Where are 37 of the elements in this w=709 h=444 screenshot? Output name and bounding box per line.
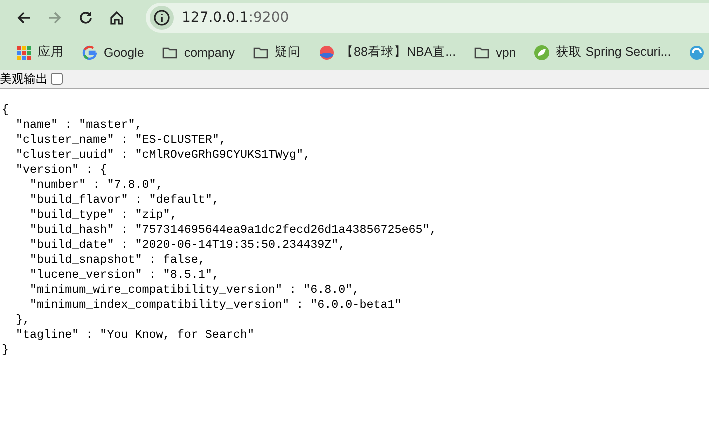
json-line: "cluster_uuid" : "cMlROveGRhG9CYUKS1TWyg",: [16, 148, 311, 162]
pretty-print-label: 美观输出: [0, 70, 48, 88]
json-line: "build_flavor" : "default",: [30, 193, 220, 207]
bookmark[interactable]: 获取 Spring Securi...: [530, 42, 676, 63]
json-line: "build_snapshot" : false,: [30, 253, 206, 267]
reload-icon[interactable]: [78, 10, 94, 26]
bookmark[interactable]: 【88看球】NBA直...: [315, 42, 460, 63]
bookmark[interactable]: company: [158, 42, 240, 62]
json-line: }: [2, 343, 10, 357]
json-line: "number" : "7.8.0",: [30, 178, 164, 192]
json-line: "minimum_wire_compatibility_version" : "6.8.0",: [30, 283, 360, 297]
json-line: },: [16, 313, 30, 327]
info-icon[interactable]: [150, 6, 174, 30]
json-line: "name" : "master",: [16, 118, 142, 132]
json-line: "build_hash" : "757314695644ea9a1dc2fecd26d1a43856725e65",: [30, 223, 437, 237]
home-icon[interactable]: [109, 10, 125, 26]
json-line: "build_date" : "2020-06-14T19:35:50.234439Z",: [30, 238, 346, 252]
bookmark[interactable]: 疑问: [249, 42, 306, 63]
json-line: "cluster_name" : "ES-CLUSTER",: [16, 133, 226, 147]
json-line: "lucene_version" : "8.5.1",: [30, 268, 220, 282]
json-line: "version" : {: [16, 163, 108, 177]
address-bar[interactable]: 127.0.0.1:9200: [146, 2, 709, 32]
pretty-print-checkbox[interactable]: [51, 73, 63, 85]
bookmark[interactable]: 应用: [12, 42, 68, 63]
google-g-icon: [82, 44, 98, 60]
back-icon[interactable]: [16, 10, 32, 26]
json-line: "minimum_index_compatibility_version" : "6.0.0-beta1": [30, 298, 402, 312]
apps-grid-icon: [16, 44, 32, 60]
leaf-icon: [534, 44, 550, 60]
swirl-icon: [689, 44, 706, 60]
url-text: 127.0.0.1:9200: [182, 10, 290, 26]
json-line: "build_type" : "zip",: [30, 208, 178, 222]
json-line: "tagline" : "You Know, for Search": [16, 328, 254, 342]
bookmark[interactable]: Google: [78, 42, 148, 62]
ball-icon: [319, 44, 336, 60]
bookmark[interactable]: vpn: [470, 42, 520, 62]
json-line: {: [2, 103, 10, 117]
